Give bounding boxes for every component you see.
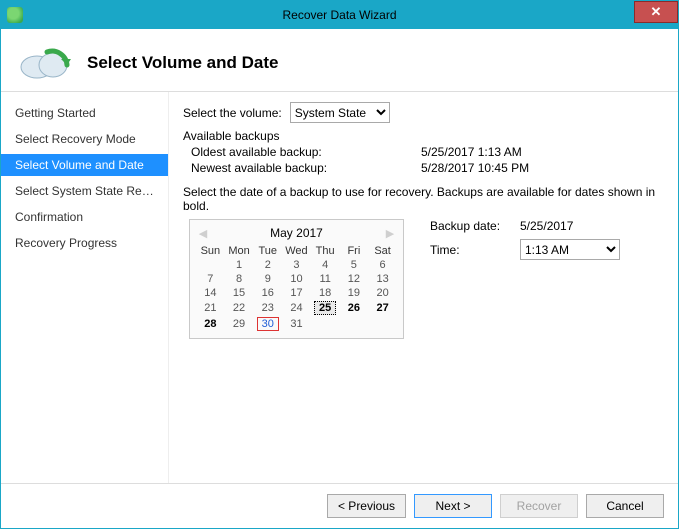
wizard-body: Getting StartedSelect Recovery ModeSelec… <box>1 92 678 483</box>
sidebar-step[interactable]: Select Volume and Date <box>1 154 168 176</box>
wizard-steps-sidebar: Getting Started Select Recovery Mode Selec… <box>1 92 169 483</box>
time-label: Time: <box>430 243 520 257</box>
calendar-day-cell[interactable]: 22 <box>225 300 254 316</box>
calendar-day-cell[interactable]: 23 <box>253 300 282 316</box>
calendar-day-cell[interactable]: 19 <box>340 286 369 300</box>
page-header: Select Volume and Date <box>1 29 678 91</box>
oldest-backup-value: 5/25/2017 1:13 AM <box>421 145 522 159</box>
instruction-text: Select the date of a backup to use for r… <box>183 185 662 213</box>
calendar-day-cell[interactable]: 10 <box>282 272 311 286</box>
volume-label: Select the volume: <box>183 106 282 120</box>
available-backups-group: Available backups Oldest available backu… <box>183 129 662 181</box>
calendar-day-cell <box>311 316 340 332</box>
calendar-day-cell[interactable]: 3 <box>282 258 311 272</box>
calendar-day-cell[interactable]: 31 <box>282 316 311 332</box>
calendar-day-header: Tue <box>253 244 282 258</box>
sidebar-step[interactable]: Confirmation <box>1 206 168 228</box>
close-icon: ✕ <box>651 4 662 20</box>
calendar-day-cell[interactable]: 4 <box>311 258 340 272</box>
available-backups-legend: Available backups <box>183 129 662 143</box>
calendar-day-cell[interactable]: 2 <box>253 258 282 272</box>
calendar-day-cell[interactable]: 8 <box>225 272 254 286</box>
time-select[interactable]: 1:13 AM <box>520 239 620 260</box>
calendar-day-cell[interactable]: 30 <box>253 316 282 332</box>
calendar-day-header: Thu <box>311 244 340 258</box>
calendar-title: May 2017 <box>210 226 383 240</box>
calendar-day-cell[interactable]: 16 <box>253 286 282 300</box>
chevron-right-icon: ▶ <box>386 227 394 240</box>
calendar-day-header: Sun <box>196 244 225 258</box>
previous-button[interactable]: < Previous <box>327 494 406 518</box>
calendar-day-cell[interactable]: 17 <box>282 286 311 300</box>
calendar-day-cell <box>368 316 397 332</box>
oldest-backup-label: Oldest available backup: <box>191 145 421 159</box>
calendar-day-cell[interactable]: 25 <box>311 300 340 316</box>
calendar-day-cell[interactable]: 12 <box>340 272 369 286</box>
wizard-window: Recover Data Wizard ✕ Select Volume and … <box>0 0 679 529</box>
sidebar-step[interactable]: Select System State Reco... <box>1 180 168 202</box>
calendar-day-cell[interactable]: 5 <box>340 258 369 272</box>
calendar-day-header: Wed <box>282 244 311 258</box>
calendar-day-cell[interactable]: 15 <box>225 286 254 300</box>
newest-backup-label: Newest available backup: <box>191 161 421 175</box>
calendar-day-cell[interactable]: 21 <box>196 300 225 316</box>
calendar-day-header: Mon <box>225 244 254 258</box>
calendar-day-cell[interactable]: 26 <box>340 300 369 316</box>
app-icon <box>7 7 23 23</box>
calendar-day-cell[interactable]: 28 <box>196 316 225 332</box>
calendar: ◀ May 2017 ▶ SunMonTueWedThuFriSat 12345… <box>189 219 404 339</box>
page-title: Select Volume and Date <box>87 53 278 73</box>
calendar-day-cell[interactable]: 24 <box>282 300 311 316</box>
calendar-day-cell <box>196 258 225 272</box>
newest-backup-value: 5/28/2017 10:45 PM <box>421 161 529 175</box>
calendar-day-cell[interactable]: 9 <box>253 272 282 286</box>
calendar-day-cell[interactable]: 13 <box>368 272 397 286</box>
window-title: Recover Data Wizard <box>282 8 396 22</box>
calendar-grid: SunMonTueWedThuFriSat 123456789101112131… <box>196 244 397 332</box>
volume-select[interactable]: System State <box>290 102 390 123</box>
calendar-day-cell[interactable]: 18 <box>311 286 340 300</box>
calendar-day-cell[interactable]: 11 <box>311 272 340 286</box>
sidebar-step[interactable]: Select Recovery Mode <box>1 128 168 150</box>
wizard-buttons: < Previous Next > Recover Cancel <box>1 483 678 528</box>
calendar-prev-button[interactable]: ◀ <box>196 226 210 240</box>
chevron-left-icon: ◀ <box>199 227 207 240</box>
calendar-day-header: Sat <box>368 244 397 258</box>
calendar-day-cell[interactable]: 1 <box>225 258 254 272</box>
titlebar: Recover Data Wizard ✕ <box>1 1 678 29</box>
sidebar-step[interactable]: Recovery Progress <box>1 232 168 254</box>
backup-date-label: Backup date: <box>430 219 520 233</box>
cancel-button[interactable]: Cancel <box>586 494 664 518</box>
recover-button: Recover <box>500 494 578 518</box>
calendar-day-cell <box>340 316 369 332</box>
calendar-day-cell[interactable]: 29 <box>225 316 254 332</box>
calendar-day-cell[interactable]: 6 <box>368 258 397 272</box>
selection-info: Backup date: 5/25/2017 Time: 1:13 AM <box>430 219 620 266</box>
cloud-recover-icon <box>17 45 73 81</box>
calendar-day-header: Fri <box>340 244 369 258</box>
close-button[interactable]: ✕ <box>634 1 678 23</box>
calendar-day-cell[interactable]: 27 <box>368 300 397 316</box>
next-button[interactable]: Next > <box>414 494 492 518</box>
backup-date-value: 5/25/2017 <box>520 219 573 233</box>
sidebar-step[interactable]: Getting Started <box>1 102 168 124</box>
calendar-next-button[interactable]: ▶ <box>383 226 397 240</box>
calendar-day-cell[interactable]: 7 <box>196 272 225 286</box>
calendar-day-cell[interactable]: 20 <box>368 286 397 300</box>
wizard-content: Select the volume: System State Availabl… <box>169 92 678 483</box>
calendar-day-cell[interactable]: 14 <box>196 286 225 300</box>
